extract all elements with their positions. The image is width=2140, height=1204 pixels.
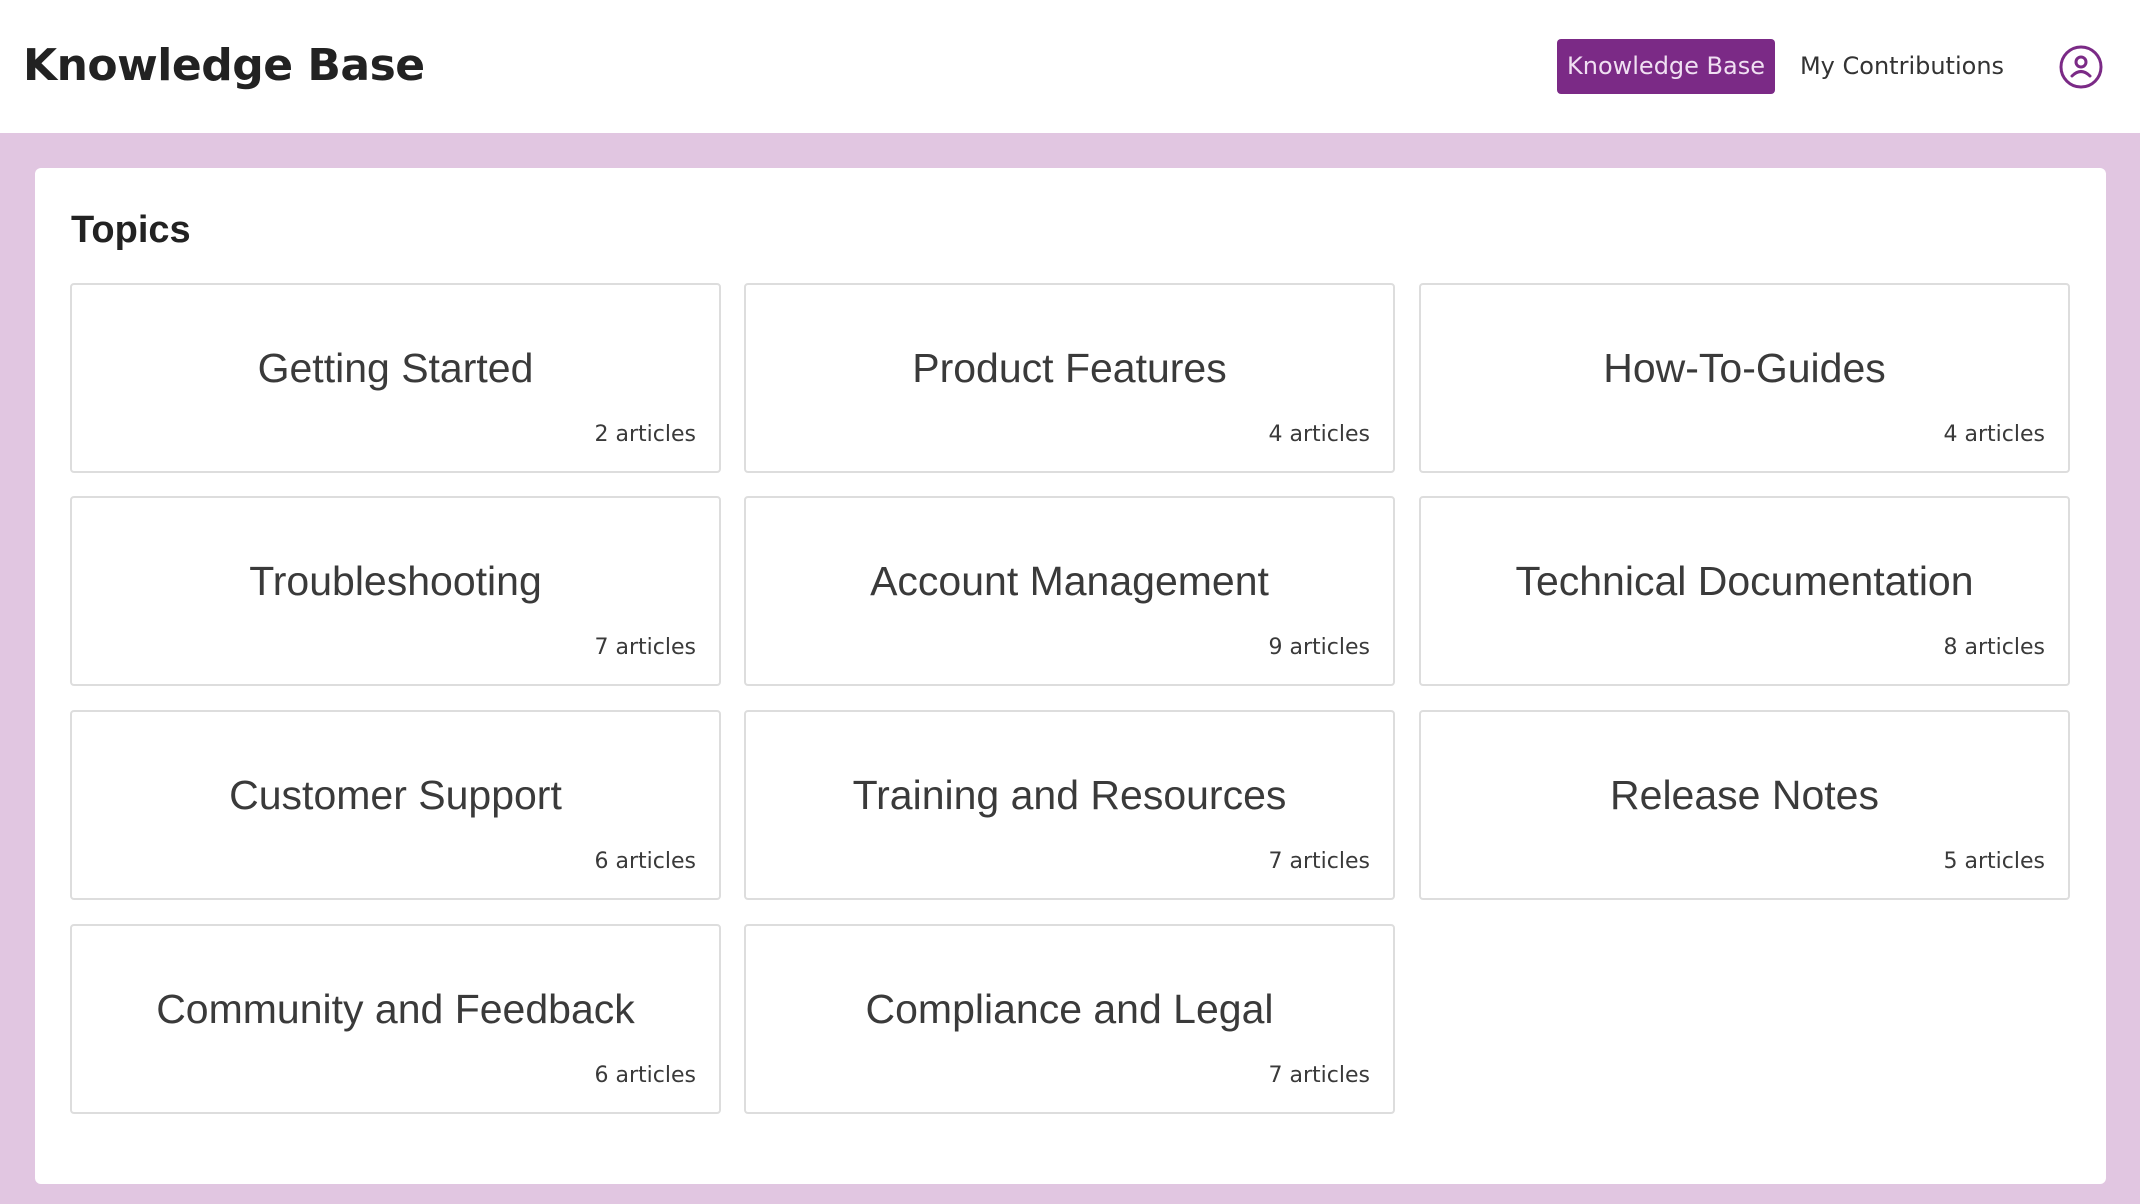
app-title: Knowledge Base bbox=[23, 40, 425, 91]
topic-name: Release Notes bbox=[1610, 772, 1879, 818]
topic-card-release-notes[interactable]: Release Notes 5 articles bbox=[1419, 710, 2070, 900]
topics-panel: Topics Getting Started 2 articles Produc… bbox=[35, 168, 2106, 1184]
user-menu-button[interactable] bbox=[2057, 43, 2105, 91]
topic-name: Compliance and Legal bbox=[865, 986, 1274, 1032]
topic-card-training-and-resources[interactable]: Training and Resources 7 articles bbox=[744, 710, 1395, 900]
topic-card-customer-support[interactable]: Customer Support 6 articles bbox=[70, 710, 721, 900]
topic-article-count: 8 articles bbox=[1943, 635, 2045, 660]
topic-article-count: 5 articles bbox=[1943, 849, 2045, 874]
topic-article-count: 9 articles bbox=[1268, 635, 1370, 660]
topic-name: Account Management bbox=[870, 558, 1269, 604]
topic-name: Customer Support bbox=[229, 772, 562, 818]
topic-article-count: 6 articles bbox=[594, 849, 696, 874]
topic-article-count: 4 articles bbox=[1268, 422, 1370, 447]
topic-article-count: 7 articles bbox=[1268, 849, 1370, 874]
topic-card-getting-started[interactable]: Getting Started 2 articles bbox=[70, 283, 721, 473]
topic-card-account-management[interactable]: Account Management 9 articles bbox=[744, 496, 1395, 686]
topic-article-count: 7 articles bbox=[594, 635, 696, 660]
user-circle-icon bbox=[2059, 45, 2103, 89]
topic-article-count: 7 articles bbox=[1268, 1063, 1370, 1088]
topic-card-community-and-feedback[interactable]: Community and Feedback 6 articles bbox=[70, 924, 721, 1114]
topic-article-count: 6 articles bbox=[594, 1063, 696, 1088]
topic-card-compliance-and-legal[interactable]: Compliance and Legal 7 articles bbox=[744, 924, 1395, 1114]
topic-article-count: 4 articles bbox=[1943, 422, 2045, 447]
topic-card-technical-documentation[interactable]: Technical Documentation 8 articles bbox=[1419, 496, 2070, 686]
topic-name: Community and Feedback bbox=[156, 986, 635, 1032]
nav-my-contributions[interactable]: My Contributions bbox=[1797, 39, 2007, 94]
topic-name: Product Features bbox=[912, 345, 1227, 391]
top-bar: Knowledge Base Knowledge Base My Contrib… bbox=[0, 0, 2140, 133]
topic-card-product-features[interactable]: Product Features 4 articles bbox=[744, 283, 1395, 473]
topic-article-count: 2 articles bbox=[594, 422, 696, 447]
section-title: Topics bbox=[71, 209, 191, 251]
topic-name: How-To-Guides bbox=[1603, 345, 1886, 391]
topic-name: Troubleshooting bbox=[249, 558, 542, 604]
nav-knowledge-base[interactable]: Knowledge Base bbox=[1557, 39, 1775, 94]
topic-card-troubleshooting[interactable]: Troubleshooting 7 articles bbox=[70, 496, 721, 686]
topic-card-how-to-guides[interactable]: How-To-Guides 4 articles bbox=[1419, 283, 2070, 473]
topic-name: Getting Started bbox=[257, 345, 534, 391]
topic-name: Training and Resources bbox=[852, 772, 1287, 818]
topic-name: Technical Documentation bbox=[1515, 558, 1974, 604]
